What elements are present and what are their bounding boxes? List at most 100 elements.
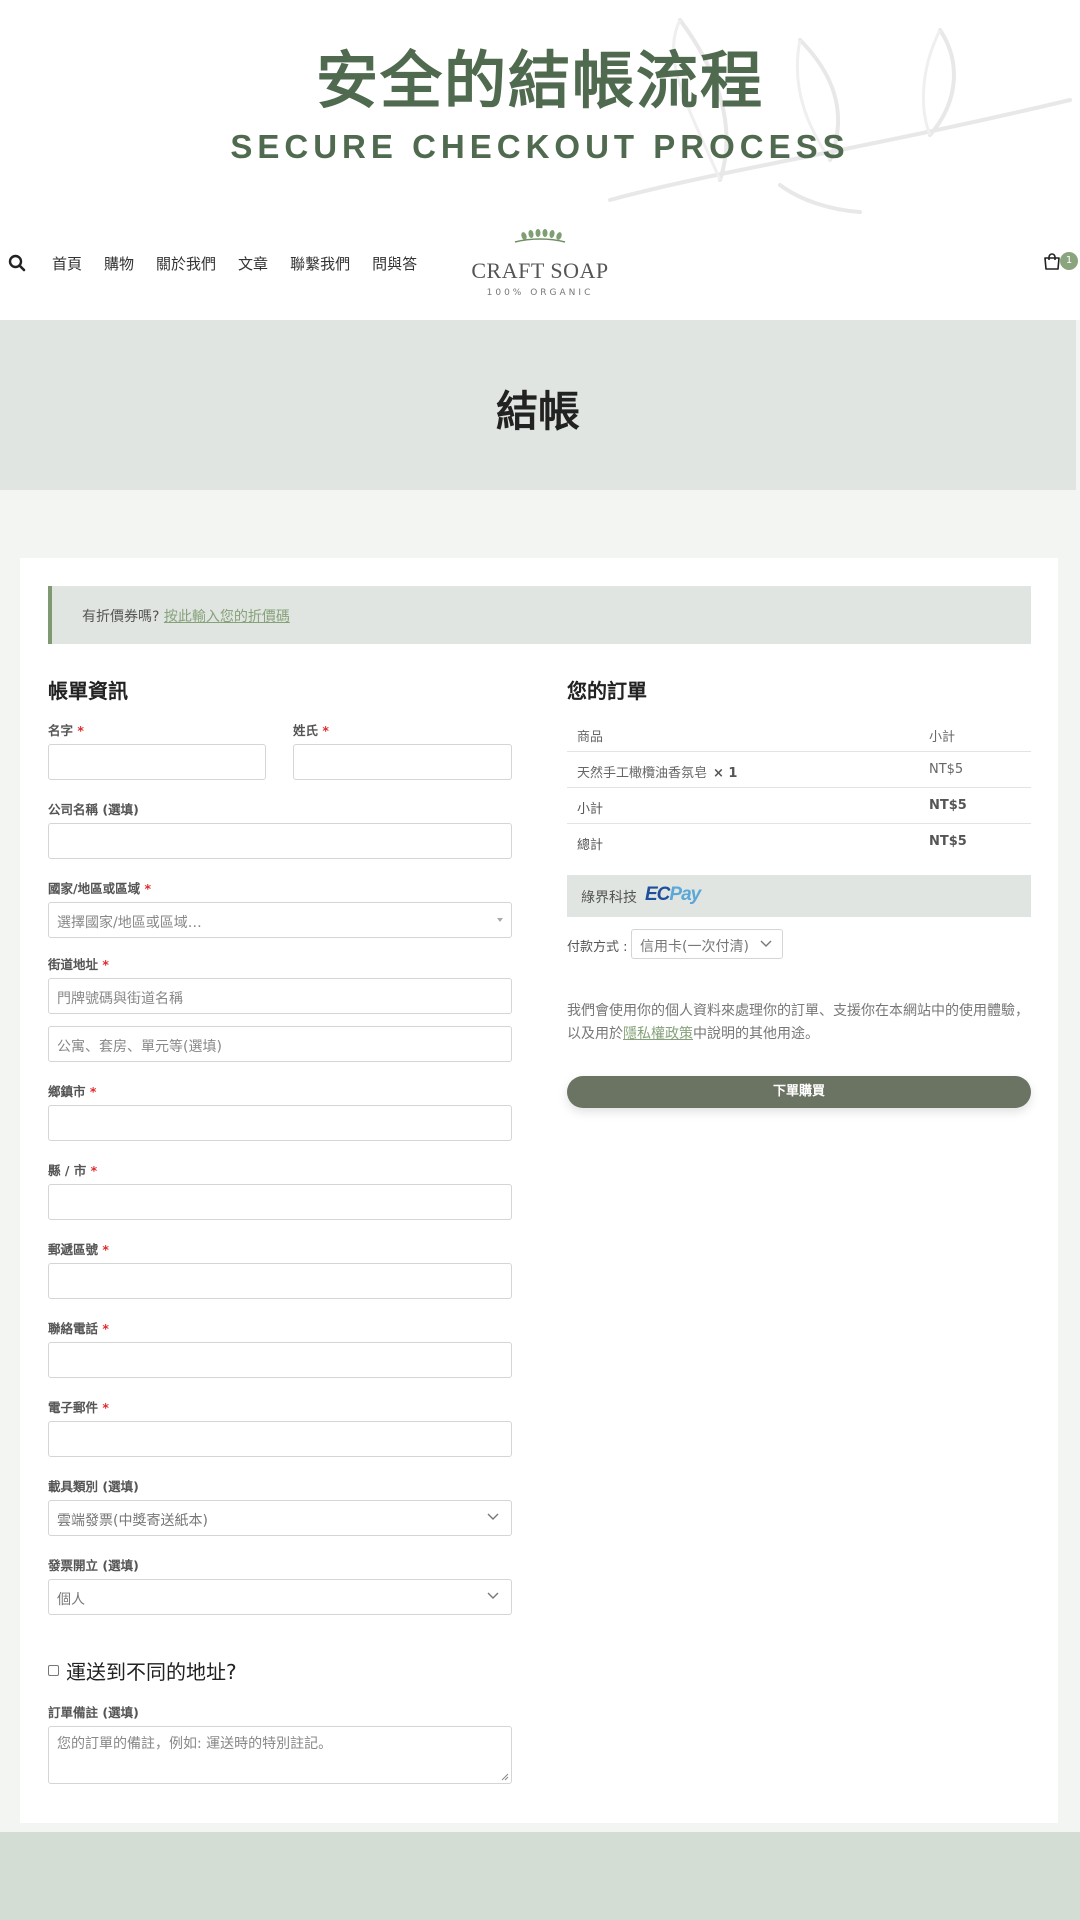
invoice-label: 發票開立 (選填) (48, 1558, 139, 1573)
carrier-value: 雲端發票(中獎寄送紙本) (57, 1513, 208, 1529)
invoice-select[interactable]: 個人 (48, 1579, 512, 1615)
site-footer (0, 1832, 1080, 1920)
search-icon[interactable] (8, 254, 26, 272)
required-mark: * (77, 723, 84, 738)
payment-method-value: 信用卡(一次付清) (640, 939, 749, 955)
carrier-label: 載具類別 (選填) (48, 1479, 139, 1494)
phone-input[interactable] (48, 1342, 512, 1378)
town-input[interactable] (48, 1105, 512, 1141)
order-table-header: 商品 小計 (567, 716, 1031, 752)
phone-label: 聯絡電話 * (48, 1318, 109, 1337)
street-input[interactable]: 門牌號碼與街道名稱 (48, 978, 512, 1014)
town-label: 鄉鎮市 * (48, 1081, 96, 1100)
postcode-label-text: 郵遞區號 (48, 1242, 99, 1257)
subtotal-label: 小計 (577, 802, 604, 817)
county-input[interactable] (48, 1184, 512, 1220)
order-total-row: 總計 NT$5 (567, 824, 1031, 860)
required-mark: * (322, 723, 329, 738)
coupon-question: 有折價券嗎? (82, 609, 160, 625)
privacy-policy-link[interactable]: 隱私權政策 (623, 1026, 693, 1042)
order-notes-placeholder: 您的訂單的備註，例如: 運送時的特別註記。 (57, 1736, 333, 1752)
payment-method-label: 付款方式 : (567, 940, 628, 955)
required-mark: * (102, 957, 109, 972)
payment-provider-name: 綠界科技 (581, 890, 637, 906)
page-title-band: 結帳 (0, 320, 1076, 490)
nav-item-home[interactable]: 首頁 (52, 252, 82, 276)
resize-grip-icon[interactable] (501, 1773, 509, 1781)
country-label: 國家/地區或區域 * (48, 878, 151, 897)
checkout-card: 有折價券嗎? 按此輸入您的折價碼 帳單資訊 名字 * 姓氏 * 公司名稱 (選填… (20, 558, 1058, 1823)
payment-provider-box[interactable]: 綠界科技 ECPay (567, 875, 1031, 917)
required-mark: * (102, 1400, 109, 1415)
street-label-text: 街道地址 (48, 957, 99, 972)
order-notes-label: 訂單備註 (選填) (48, 1705, 139, 1720)
carrier-select[interactable]: 雲端發票(中獎寄送紙本) (48, 1500, 512, 1536)
order-subtotal-row: 小計 NT$5 (567, 788, 1031, 824)
company-input[interactable] (48, 823, 512, 859)
nav-item-contact[interactable]: 聯繫我們 (290, 252, 350, 276)
nav-item-faq[interactable]: 問與答 (372, 252, 417, 276)
invoice-value: 個人 (57, 1592, 85, 1608)
nav-item-about[interactable]: 關於我們 (156, 252, 216, 276)
order-heading: 您的訂單 (567, 679, 647, 703)
last-name-label-text: 姓氏 (293, 723, 319, 738)
privacy-text-after: 中說明的其他用途。 (693, 1026, 819, 1042)
required-mark: * (89, 1084, 97, 1099)
postcode-input[interactable] (48, 1263, 512, 1299)
total-label: 總計 (577, 838, 604, 853)
item-name: 天然手工橄欖油香氛皂 (577, 766, 708, 781)
payment-method-select[interactable]: 信用卡(一次付清) (631, 929, 783, 959)
street2-placeholder: 公寓、套房、單元等(選填) (57, 1039, 222, 1055)
email-label: 電子郵件 * (48, 1397, 109, 1416)
leaf-logo-icon (514, 229, 566, 243)
required-mark: * (102, 1242, 109, 1257)
email-input[interactable] (48, 1421, 512, 1457)
subtotal-value: NT$5 (929, 798, 967, 813)
street2-input[interactable]: 公寓、套房、單元等(選填) (48, 1026, 512, 1062)
privacy-notice: 我們會使用你的個人資料來處理你的訂單、支援你在本網站中的使用體驗，以及用於隱私權… (567, 1000, 1037, 1046)
logo-tagline: 100% ORGANIC (486, 288, 594, 298)
country-select[interactable]: 選擇國家/地區或區域… (48, 902, 512, 938)
ship-different-label[interactable]: 運送到不同的地址? (66, 1656, 237, 1685)
first-name-label: 名字 * (48, 720, 84, 739)
site-logo[interactable]: CRAFT SOAP 100% ORGANIC (470, 226, 610, 306)
required-mark: * (102, 1321, 109, 1336)
last-name-input[interactable] (293, 744, 512, 780)
cart-icon[interactable] (1042, 252, 1062, 272)
company-label: 公司名稱 (選填) (48, 802, 139, 817)
hero-banner: 安全的結帳流程 SECURE CHECKOUT PROCESS (0, 0, 1080, 216)
town-label-text: 鄉鎮市 (48, 1084, 86, 1099)
caret-down-icon (497, 918, 503, 922)
country-label-text: 國家/地區或區域 (48, 881, 141, 896)
col-subtotal: 小計 (929, 730, 956, 745)
logo-name: CRAFT SOAP (471, 258, 609, 283)
site-header: 首頁 購物 關於我們 文章 聯繫我們 問與答 CRAFT SOAP 100% O… (0, 216, 1080, 320)
required-mark: * (90, 1163, 98, 1178)
coupon-link[interactable]: 按此輸入您的折價碼 (164, 609, 290, 625)
nav-item-shop[interactable]: 購物 (104, 252, 134, 276)
street-placeholder: 門牌號碼與街道名稱 (57, 991, 183, 1007)
email-label-text: 電子郵件 (48, 1400, 99, 1415)
postcode-label: 郵遞區號 * (48, 1239, 109, 1258)
order-table: 商品 小計 天然手工橄欖油香氛皂 × 1 NT$5 小計 NT$5 總計 NT$5 (567, 716, 1031, 860)
ecpay-logo: ECPay (645, 884, 701, 905)
first-name-input[interactable] (48, 744, 266, 780)
order-notes-textarea[interactable]: 您的訂單的備註，例如: 運送時的特別註記。 (48, 1726, 512, 1784)
order-item-row: 天然手工橄欖油香氛皂 × 1 NT$5 (567, 752, 1031, 788)
nav-item-articles[interactable]: 文章 (238, 252, 268, 276)
county-label-text: 縣 / 市 (48, 1163, 87, 1178)
col-product: 商品 (577, 730, 604, 745)
order-item-price: NT$5 (929, 762, 964, 777)
coupon-notice: 有折價券嗎? 按此輸入您的折價碼 (48, 586, 1031, 644)
chevron-down-icon (487, 1592, 499, 1599)
country-placeholder: 選擇國家/地區或區域… (57, 915, 202, 931)
chevron-down-icon (760, 940, 772, 947)
street-label: 街道地址 * (48, 954, 109, 973)
main-nav: 首頁 購物 關於我們 文章 聯繫我們 問與答 (52, 252, 439, 276)
first-name-label-text: 名字 (48, 723, 74, 738)
place-order-button[interactable]: 下單購買 (567, 1076, 1031, 1108)
ship-different-checkbox[interactable] (48, 1665, 59, 1676)
billing-heading: 帳單資訊 (48, 679, 128, 703)
page-title: 結帳 (495, 387, 580, 436)
last-name-label: 姓氏 * (293, 720, 329, 739)
